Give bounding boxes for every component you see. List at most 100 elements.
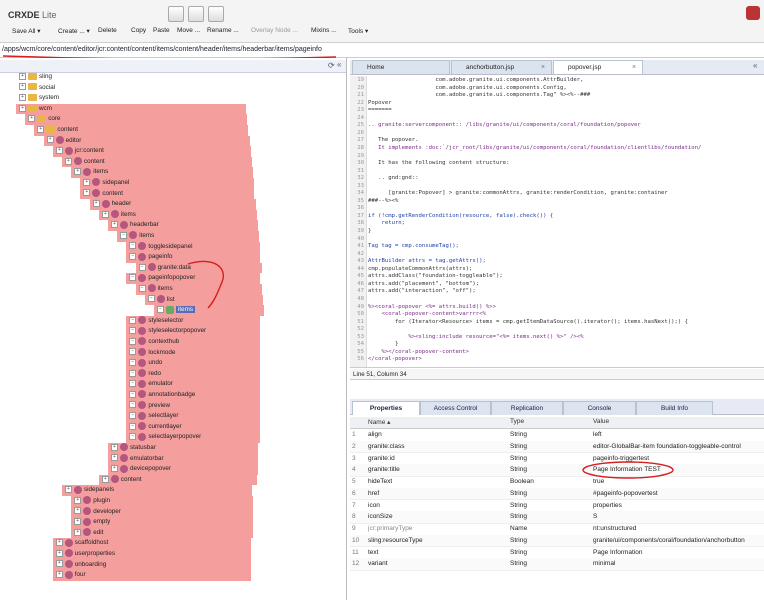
property-row[interactable]: 9 jcr:primaryType Name nt:unstructured bbox=[350, 523, 764, 536]
tree-node[interactable]: − emulator bbox=[129, 379, 173, 389]
logout-icon[interactable] bbox=[746, 6, 760, 20]
tree-node[interactable]: + plugin bbox=[74, 496, 110, 506]
expand-icon[interactable]: − bbox=[129, 433, 137, 441]
column-name-header[interactable]: Name ▴ bbox=[368, 418, 390, 426]
tree-node[interactable]: + content bbox=[37, 125, 78, 135]
tree-node[interactable]: − currentlayer bbox=[129, 422, 182, 432]
column-value-header[interactable]: Value bbox=[593, 418, 609, 425]
property-row[interactable]: 3 granite:id String pageinfo-triggertest bbox=[350, 453, 764, 466]
property-row[interactable]: 2 granite:class String editor-GlobalBar-ite… bbox=[350, 440, 764, 454]
toolbar-button-mixins[interactable]: Mixins ... bbox=[311, 27, 337, 39]
expand-icon[interactable]: + bbox=[19, 72, 26, 80]
tree-node[interactable]: − preview bbox=[129, 400, 170, 411]
editor-tab[interactable]: Home bbox=[352, 60, 450, 74]
property-row[interactable]: 6 href String #pageinfo-popovertest bbox=[350, 487, 764, 501]
tree-node[interactable]: + content bbox=[65, 157, 105, 167]
code-line[interactable]: attrs.add("interaction", "off"); bbox=[368, 288, 476, 294]
property-row[interactable]: 1 align String left bbox=[350, 429, 764, 442]
tree-node[interactable]: − annotationbadge bbox=[129, 390, 195, 400]
property-value[interactable]: #pageinfo-popovertest bbox=[593, 488, 658, 499]
expand-icon[interactable]: + bbox=[111, 443, 118, 451]
property-row[interactable]: 8 iconSize String S bbox=[350, 511, 764, 524]
tree-node[interactable]: − redo bbox=[129, 369, 161, 379]
expand-icon[interactable]: − bbox=[129, 274, 137, 282]
code-line[interactable]: .. granite:servercomponent:: /libs/grani… bbox=[368, 122, 641, 128]
tree-node[interactable]: + userproperties bbox=[55, 549, 115, 559]
property-value[interactable]: nt:unstructured bbox=[593, 523, 636, 534]
properties-tab-replication[interactable]: Replication bbox=[491, 401, 563, 415]
tree-node[interactable]: + sling bbox=[19, 72, 52, 82]
tree-node[interactable]: − contexthub bbox=[129, 337, 179, 347]
expand-icon[interactable]: − bbox=[129, 401, 137, 409]
code-line[interactable]: ======= bbox=[368, 107, 392, 113]
tree-node[interactable]: − togglesidepanel bbox=[129, 241, 193, 252]
code-line[interactable]: } bbox=[368, 341, 398, 347]
expand-icon[interactable]: − bbox=[157, 306, 164, 314]
code-line[interactable]: .. gnd:gnd:: bbox=[368, 175, 418, 181]
expand-icon[interactable]: − bbox=[129, 359, 137, 367]
toolbar-button-move[interactable]: Move ... bbox=[177, 27, 200, 39]
tree-node[interactable]: − items bbox=[138, 284, 173, 294]
column-type-header[interactable]: Type bbox=[510, 418, 524, 425]
code-line[interactable]: <coral-popover-content>varrrr<% bbox=[368, 311, 485, 317]
code-line[interactable]: Tag tag = cmp.consumeTag(); bbox=[368, 243, 459, 249]
tree-node[interactable]: + social bbox=[19, 83, 55, 93]
expand-icon[interactable]: − bbox=[138, 284, 146, 292]
code-line[interactable]: if (!cmp.getRenderCondition(resource, fa… bbox=[368, 213, 553, 219]
expand-icon[interactable]: − bbox=[129, 253, 137, 261]
toolbar-button-tools[interactable]: Tools ▾ bbox=[348, 27, 368, 39]
code-line[interactable]: com.adobe.granite.ui.components.Tag" %><… bbox=[368, 92, 590, 98]
expand-icon[interactable]: + bbox=[92, 200, 100, 208]
expand-icon[interactable]: + bbox=[111, 454, 118, 462]
tree-node[interactable]: + developer bbox=[74, 506, 121, 517]
editor-tab[interactable]: popover.jsp × bbox=[553, 60, 643, 74]
switch-workspace-icon[interactable] bbox=[188, 6, 204, 22]
expand-icon[interactable]: + bbox=[101, 210, 109, 218]
toolbar-button-paste[interactable]: Paste bbox=[153, 27, 170, 39]
properties-tab-build-info[interactable]: Build Info bbox=[636, 401, 713, 415]
package-icon[interactable] bbox=[208, 6, 224, 22]
tree-node[interactable]: − styleselector bbox=[129, 316, 183, 326]
tree-node[interactable]: + emulatorbar bbox=[111, 453, 164, 464]
tree-node[interactable]: + content bbox=[83, 188, 123, 199]
collapse-panel-icon[interactable]: « bbox=[337, 60, 341, 69]
tree-node[interactable]: − selectlayerpopover bbox=[129, 432, 201, 442]
expand-icon[interactable]: + bbox=[55, 560, 63, 568]
expand-icon[interactable]: − bbox=[129, 316, 137, 324]
expand-icon[interactable]: + bbox=[37, 125, 45, 133]
expand-icon[interactable]: − bbox=[147, 295, 155, 303]
editor-tab[interactable]: anchorbutton.jsp × bbox=[451, 60, 552, 74]
expand-icon[interactable]: + bbox=[74, 507, 82, 515]
tree-node[interactable]: + content bbox=[101, 475, 141, 485]
tree-node[interactable]: − items bbox=[120, 231, 154, 241]
property-row[interactable]: 4 granite:title String Page Information TES… bbox=[350, 464, 764, 477]
expand-icon[interactable]: + bbox=[83, 178, 91, 186]
expand-icon[interactable]: − bbox=[129, 369, 137, 377]
tree-node[interactable]: + onboarding bbox=[55, 559, 106, 570]
properties-tab-console[interactable]: Console bbox=[563, 401, 636, 415]
expand-icon[interactable]: + bbox=[46, 136, 54, 144]
tree-node[interactable]: − pageinfo bbox=[129, 252, 173, 262]
tree-node[interactable]: + items bbox=[74, 167, 108, 177]
expand-icon[interactable]: + bbox=[55, 571, 63, 579]
code-line[interactable]: It implements :doc:`/jcr_root/libs/grani… bbox=[368, 145, 701, 151]
collapse-tabs-icon[interactable]: « bbox=[753, 61, 757, 70]
address-path[interactable]: /apps/wcm/core/content/editor/jcr:conten… bbox=[2, 46, 322, 53]
tree-node[interactable]: − styleselectorpopover bbox=[129, 326, 206, 336]
tree-node[interactable]: + headerbar bbox=[111, 220, 159, 230]
expand-icon[interactable]: + bbox=[28, 115, 36, 123]
expand-icon[interactable]: + bbox=[74, 496, 82, 504]
code-line[interactable]: [granite:Popover] > granite:commonAttrs,… bbox=[368, 190, 668, 196]
tree-node[interactable]: − selectlayer bbox=[129, 411, 179, 421]
tree-node[interactable]: + header bbox=[92, 199, 131, 209]
expand-icon[interactable]: + bbox=[55, 549, 63, 557]
expand-icon[interactable]: + bbox=[55, 539, 63, 547]
property-value[interactable]: granite/ui/components/coral/foundation/a… bbox=[593, 535, 745, 546]
code-line[interactable]: </coral-popover> bbox=[368, 356, 422, 362]
code-line[interactable]: The popover. bbox=[368, 137, 418, 143]
expand-icon[interactable]: + bbox=[111, 221, 118, 229]
expand-icon[interactable]: − bbox=[129, 327, 137, 335]
properties-tab-properties[interactable]: Properties bbox=[352, 401, 420, 415]
code-line[interactable]: It has the following content structure: bbox=[368, 160, 509, 166]
expand-icon[interactable]: − bbox=[129, 348, 137, 356]
